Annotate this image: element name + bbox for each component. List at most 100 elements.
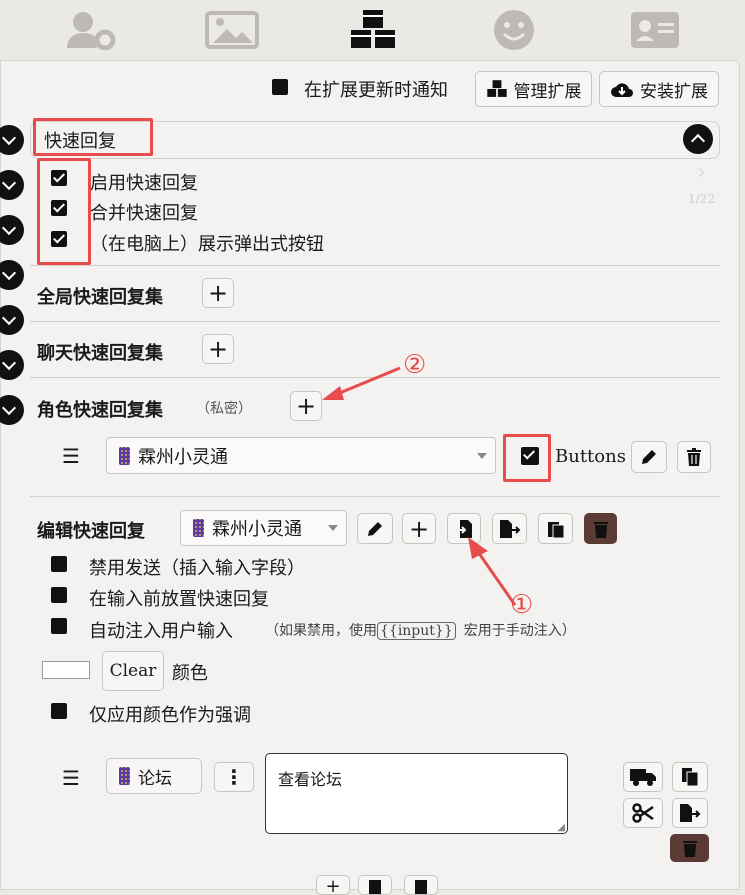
notify-checkbox[interactable] — [272, 79, 288, 95]
collapse-quick-reply-icon[interactable] — [683, 124, 713, 154]
edit-qr-title: 编辑快速回复 — [37, 521, 145, 542]
add-chat-set-button[interactable]: + — [202, 334, 234, 364]
cloud-download-icon — [611, 83, 633, 97]
plus-icon: + — [207, 279, 229, 307]
entry-label-input[interactable]: 论坛 — [106, 758, 202, 794]
popout-button-label: （在电脑上）展示弹出式按钮 — [90, 234, 324, 255]
edit-set-selected: 霖州小灵通 — [212, 519, 302, 540]
file-export-icon — [680, 804, 701, 822]
disable-send-checkbox[interactable] — [51, 556, 67, 572]
smile-icon[interactable] — [484, 5, 544, 55]
install-extension-label: 安装扩展 — [640, 81, 708, 102]
manage-extensions-button[interactable]: 管理扩展 — [475, 71, 592, 107]
clear-color-button[interactable]: Clear — [102, 651, 164, 691]
notify-label: 在扩展更新时通知 — [304, 80, 448, 101]
divider — [30, 321, 720, 322]
ghost-counter: 1/22 — [688, 192, 715, 206]
copy-icon — [682, 768, 699, 787]
note-macro: {{input}} — [377, 622, 456, 640]
drag-handle-icon[interactable]: ☰ — [62, 766, 80, 790]
plus-icon: + — [207, 335, 229, 363]
auto-inject-checkbox[interactable] — [51, 618, 67, 634]
annotation-two: ② — [403, 350, 427, 380]
id-card-icon[interactable] — [625, 5, 685, 55]
duplicate-set-button[interactable] — [538, 513, 573, 544]
place-before-checkbox[interactable] — [51, 587, 67, 603]
trash-icon — [593, 521, 608, 538]
pencil-icon — [368, 521, 382, 536]
divider — [30, 265, 720, 266]
add-global-set-button[interactable]: + — [202, 278, 234, 308]
resize-handle-icon[interactable]: ◢ — [557, 822, 565, 833]
phone-icon — [119, 767, 130, 785]
cut-entry-button[interactable] — [623, 798, 663, 828]
color-swatch[interactable] — [42, 661, 90, 679]
enable-qr-label: 启用快速回复 — [90, 173, 198, 194]
highlight-buttons-checkbox — [503, 434, 551, 482]
scissors-icon — [632, 803, 654, 823]
caret-down-icon — [328, 525, 338, 531]
delete-qr-set-button[interactable] — [584, 513, 617, 544]
drag-handle-icon[interactable]: ☰ — [62, 444, 80, 468]
char-set-select[interactable]: 霖州小灵通 — [106, 437, 496, 474]
note-prefix: （如果禁用，使用 — [265, 623, 377, 639]
image-icon[interactable] — [202, 5, 262, 55]
add-qr-set-button[interactable]: + — [402, 513, 436, 544]
char-set-selected: 霖州小灵通 — [138, 446, 228, 468]
paste-entry-button[interactable] — [358, 875, 392, 895]
auto-inject-note: （如果禁用，使用 {{input}} 宏用于手动注入） — [265, 620, 576, 640]
entry-message: 查看论坛 — [278, 770, 343, 789]
trash-icon — [687, 448, 701, 466]
delete-set-button[interactable] — [677, 441, 711, 473]
plus-icon: + — [325, 876, 341, 895]
file-import-icon — [415, 880, 427, 894]
buttons-label: Buttons — [555, 446, 626, 467]
cubes-icon — [486, 80, 507, 97]
char-sets-private: （私密） — [196, 401, 252, 417]
annotation-one: ① — [510, 590, 534, 620]
top-tab-bar — [0, 0, 745, 60]
highlight-title — [33, 118, 153, 156]
highlight-checkboxes — [37, 158, 91, 265]
export-entry-button[interactable] — [672, 798, 708, 828]
color-label: 颜色 — [172, 663, 208, 684]
truck-icon — [630, 769, 656, 786]
phone-icon — [119, 446, 130, 465]
char-sets-label: 角色快速回复集 — [37, 400, 163, 421]
paste-icon — [547, 521, 564, 538]
edit-set-select[interactable]: 霖州小灵通 — [180, 510, 347, 546]
global-sets-label: 全局快速回复集 — [37, 287, 163, 308]
phone-icon — [193, 519, 204, 537]
add-entry-button[interactable]: + — [316, 875, 350, 895]
manage-extensions-label: 管理扩展 — [513, 81, 582, 102]
entry-menu-button[interactable]: ⋮ — [214, 762, 254, 792]
caret-down-icon — [477, 452, 487, 459]
entry-name: 论坛 — [138, 768, 172, 789]
plus-icon: + — [408, 514, 430, 543]
paste-icon — [369, 880, 381, 894]
entry-message-textarea[interactable]: 查看论坛 ◢ — [265, 753, 568, 834]
ellipsis-vertical-icon: ⋮ — [224, 765, 244, 789]
edit-set-button[interactable] — [631, 441, 667, 473]
cubes-icon[interactable] — [343, 5, 403, 55]
user-settings-icon[interactable] — [61, 5, 121, 55]
chevron-right-icon: › — [697, 160, 706, 185]
combine-qr-label: 合并快速回复 — [90, 203, 198, 224]
accent-only-label: 仅应用颜色作为强调 — [89, 705, 251, 726]
rename-set-button[interactable] — [357, 513, 393, 544]
import-entry-button[interactable] — [404, 875, 438, 895]
chat-sets-label: 聊天快速回复集 — [37, 343, 163, 364]
pencil-icon — [642, 450, 656, 464]
delete-entry-button[interactable] — [670, 834, 709, 862]
note-suffix: 宏用于手动注入） — [463, 623, 576, 639]
auto-inject-label: 自动注入用户输入 — [89, 621, 233, 642]
install-extension-button[interactable]: 安装扩展 — [599, 71, 719, 107]
copy-entry-button[interactable] — [672, 762, 708, 792]
disable-send-label: 禁用发送（插入输入字段） — [89, 558, 305, 579]
place-before-label: 在输入前放置快速回复 — [89, 589, 269, 610]
accent-only-checkbox[interactable] — [51, 703, 67, 719]
move-entry-button[interactable] — [623, 762, 663, 792]
clear-label: Clear — [109, 661, 157, 681]
trash-icon — [682, 841, 697, 857]
divider — [30, 496, 720, 497]
